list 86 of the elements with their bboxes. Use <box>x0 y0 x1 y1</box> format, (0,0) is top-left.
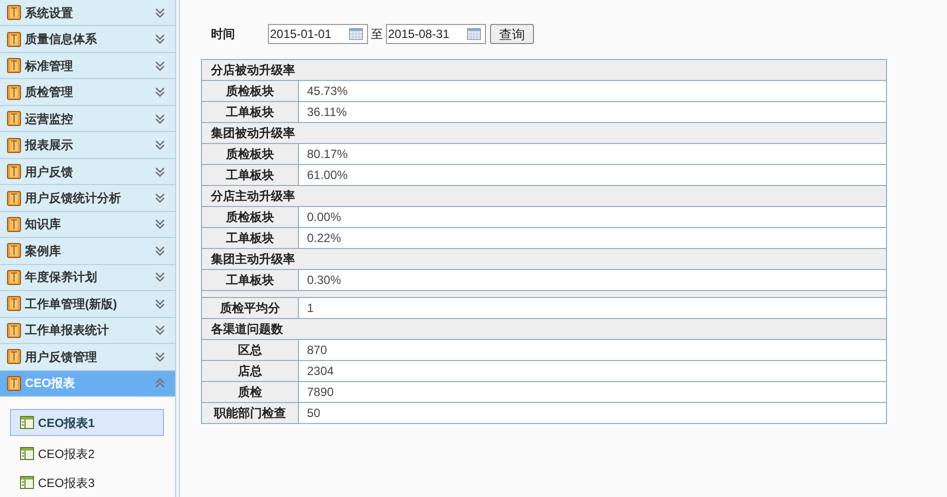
table-cell: 0.00% <box>298 206 886 228</box>
book-icon <box>7 270 21 285</box>
menu-header[interactable]: 运营监控 <box>0 106 175 132</box>
submenu-item[interactable]: CEO报表2 <box>10 439 164 468</box>
expand-icon <box>155 112 165 125</box>
filter-label: 时间 <box>211 26 236 43</box>
table-cell: 0.22% <box>298 228 886 248</box>
row-label: 工单板块 <box>202 270 298 290</box>
row-label: 工单板块 <box>202 102 298 122</box>
menu-header[interactable]: 质检管理 <box>0 79 175 106</box>
row-label: 区总 <box>202 340 298 360</box>
row-label: 质检板块 <box>202 206 298 228</box>
expand-icon <box>155 298 165 310</box>
expand-icon <box>155 218 165 230</box>
calendar-icon[interactable] <box>467 28 481 40</box>
table-cell: 1 <box>298 298 886 318</box>
row-label: 质检板块 <box>202 80 298 102</box>
row-label: 工单板块 <box>202 228 298 248</box>
menu-header[interactable]: 工作单管理(新版) <box>0 291 175 318</box>
date-field[interactable]: 2015-08-31 <box>386 24 486 44</box>
expand-icon <box>155 166 165 178</box>
menu-header[interactable]: 知识库 <box>0 212 175 238</box>
expand-icon <box>155 350 165 363</box>
book-icon <box>7 58 21 74</box>
book-icon <box>7 216 21 232</box>
expand-icon <box>155 33 165 46</box>
book-icon <box>7 5 21 20</box>
row-label: 质检板块 <box>202 144 298 164</box>
expand-icon <box>155 324 165 336</box>
row-label: 质检 <box>202 382 298 402</box>
section-header: 集团主动升级率 <box>202 248 886 270</box>
menu-header[interactable]: 标准管理 <box>0 52 175 80</box>
expand-icon <box>155 60 165 72</box>
section-header: 分店被动升级率 <box>202 60 886 80</box>
expand-icon <box>155 244 165 257</box>
query-button[interactable]: 查询 <box>490 24 534 44</box>
row-label: 工单板块 <box>202 164 298 186</box>
table-cell: 870 <box>298 340 886 360</box>
book-icon <box>7 243 21 258</box>
table-cell: 0.30% <box>298 270 886 290</box>
book-icon <box>7 111 21 126</box>
collapse-icon <box>155 377 165 390</box>
expand-icon <box>155 271 165 284</box>
menu-header[interactable]: 质量信息体系 <box>0 26 175 53</box>
book-icon <box>7 349 21 364</box>
book-icon <box>7 322 21 338</box>
section-header: 集团被动升级率 <box>202 122 886 144</box>
section-header: 分店主动升级率 <box>202 186 886 206</box>
book-icon <box>7 84 21 100</box>
submenu-item[interactable]: CEO报表3 <box>10 468 164 497</box>
menu-header[interactable]: 报表展示 <box>0 132 175 159</box>
calendar-icon[interactable] <box>349 28 363 40</box>
expand-icon <box>155 6 165 19</box>
date-field[interactable]: 2015-01-01 <box>268 24 368 44</box>
range-separator: 至 <box>371 26 383 43</box>
menu-header[interactable]: 工作单报表统计 <box>0 318 175 344</box>
row-label: 职能部门检查 <box>202 402 298 424</box>
table-cell: 50 <box>298 402 886 424</box>
book-icon <box>7 190 21 206</box>
menu-header[interactable]: 系统设置 <box>0 0 175 26</box>
book-icon <box>7 32 21 47</box>
sheet-icon <box>20 447 34 460</box>
table-cell: 45.73% <box>298 80 886 102</box>
submenu-item[interactable]: CEO报表1 <box>10 409 164 436</box>
section-header: 各渠道问题数 <box>202 318 886 340</box>
table-cell: 7890 <box>298 382 886 402</box>
sheet-icon <box>20 416 34 430</box>
expand-icon <box>155 192 165 204</box>
row-label: 质检平均分 <box>202 298 298 318</box>
menu-header[interactable]: 用户反馈 <box>0 158 175 186</box>
book-icon <box>7 296 21 312</box>
table-cell: 61.00% <box>298 164 886 186</box>
menu-header[interactable]: 年度保养计划 <box>0 264 175 292</box>
expand-icon <box>155 86 165 98</box>
menu-header[interactable]: 案例库 <box>0 238 175 265</box>
expand-icon <box>155 139 165 152</box>
table-cell: 36.11% <box>298 102 886 122</box>
table-cell: 2304 <box>298 360 886 382</box>
book-icon <box>7 164 21 180</box>
menu-header[interactable]: 用户反馈管理 <box>0 344 175 371</box>
row-label: 店总 <box>202 360 298 382</box>
book-icon <box>7 138 21 153</box>
book-icon <box>7 376 21 391</box>
menu-header[interactable]: 用户反馈统计分析 <box>0 185 175 212</box>
sheet-icon <box>20 476 34 490</box>
table-cell: 80.17% <box>298 144 886 164</box>
